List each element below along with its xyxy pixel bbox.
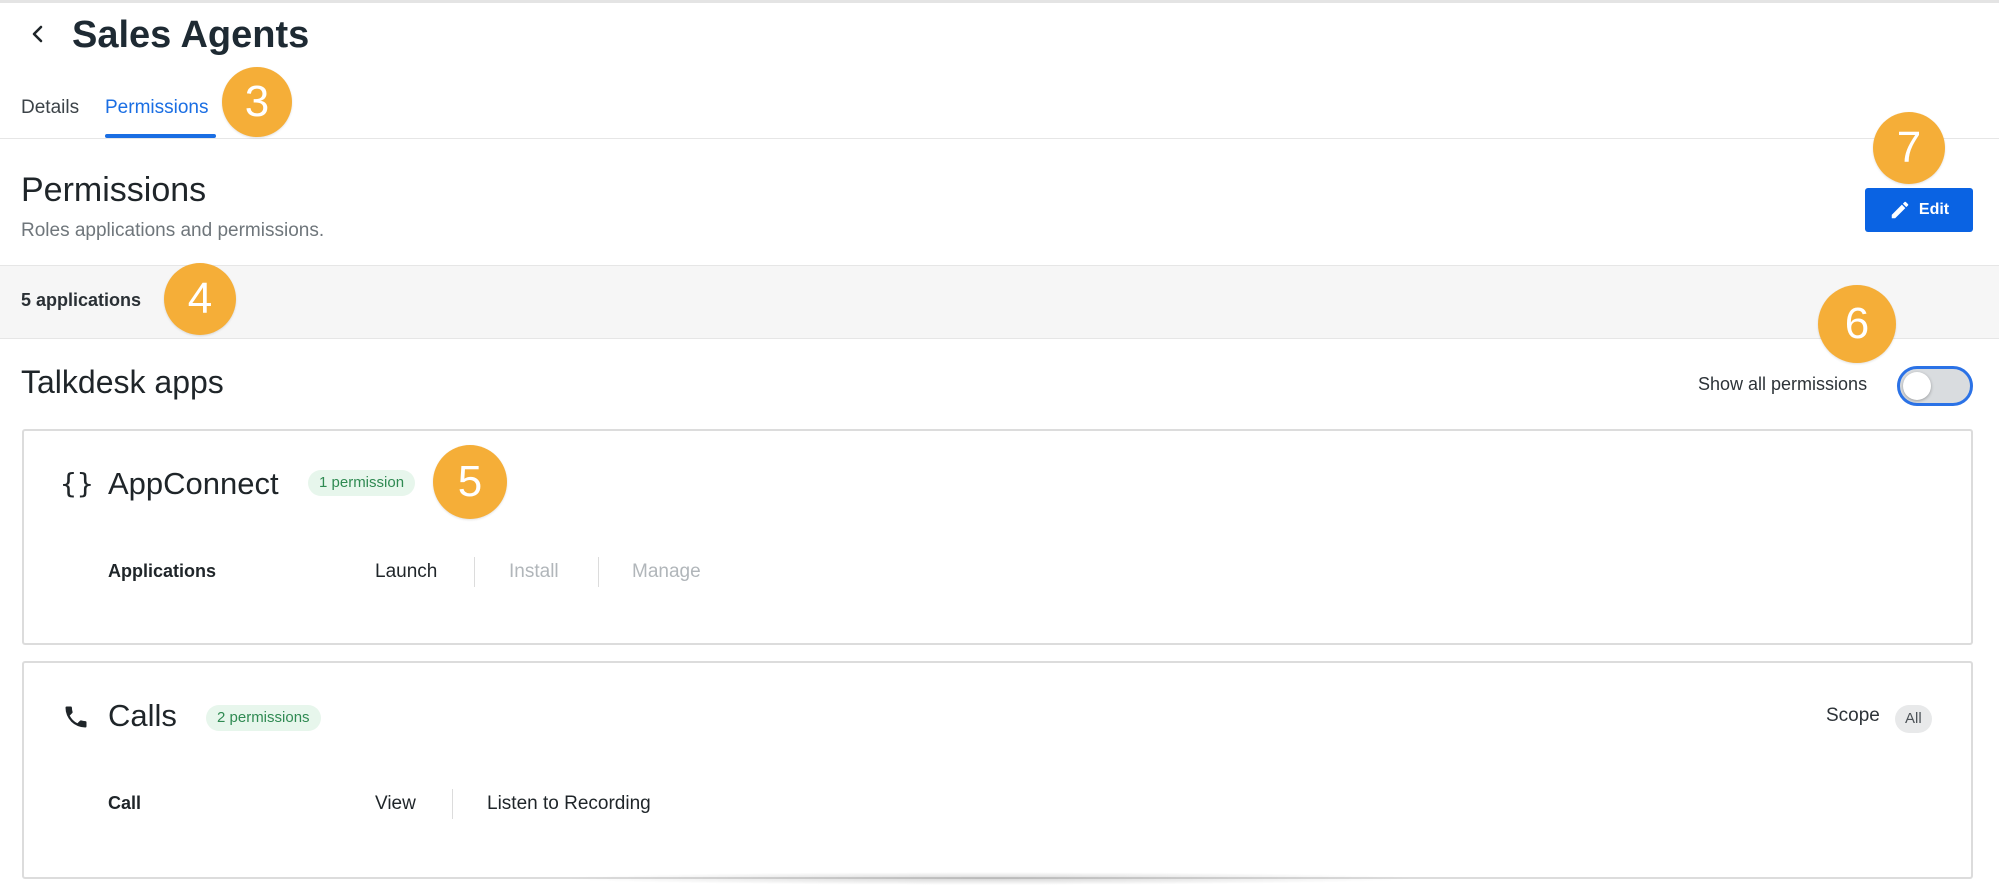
tab-details[interactable]: Details	[21, 96, 79, 120]
callout-badge-3: 3	[222, 67, 292, 137]
active-tab-indicator	[105, 134, 216, 138]
permission-row-label: Applications	[108, 561, 217, 581]
divider	[452, 789, 453, 819]
edit-button-label: Edit	[1918, 201, 1950, 218]
permission-launch: Launch	[375, 561, 438, 582]
permission-row-label: Call	[108, 793, 142, 813]
top-border	[0, 0, 1999, 3]
app-card-calls: Calls 2 permissions Scope All Call View …	[22, 661, 1973, 879]
braces-icon: {}	[60, 467, 94, 500]
permission-install: Install	[509, 561, 559, 582]
page-title: Sales Agents	[72, 14, 310, 56]
chevron-left-icon	[32, 25, 43, 43]
scope-label: Scope	[1826, 705, 1880, 726]
phone-icon	[65, 706, 87, 728]
divider	[474, 557, 475, 587]
callout-badge-5: 5	[433, 445, 507, 519]
permission-view: View	[375, 793, 416, 814]
pencil-icon	[1891, 201, 1909, 219]
section-subtitle: Roles applications and permissions.	[21, 220, 325, 241]
permission-listen-to-recording: Listen to Recording	[487, 793, 651, 814]
applications-count: 5 applications	[21, 290, 142, 310]
callout-badge-7: 7	[1873, 112, 1945, 184]
applications-count-bar: 5 applications	[0, 265, 1999, 339]
app-name: Calls	[108, 698, 177, 733]
app-card-appconnect: {} AppConnect 1 permission Applications …	[22, 429, 1973, 645]
back-button[interactable]	[26, 22, 50, 46]
permission-manage: Manage	[632, 561, 701, 582]
app-name: AppConnect	[108, 466, 279, 501]
show-all-permissions-label: Show all permissions	[1698, 374, 1868, 394]
permission-count-badge: 2 permissions	[206, 705, 321, 731]
callout-badge-4: 4	[164, 263, 236, 335]
tab-permissions[interactable]: Permissions	[105, 96, 208, 120]
toggle-knob	[1903, 372, 1931, 400]
callout-badge-6: 6	[1818, 285, 1896, 363]
section-title: Permissions	[21, 171, 207, 209]
scroll-shadow	[560, 872, 1420, 885]
scope-value-pill: All	[1895, 705, 1932, 733]
edit-button[interactable]: Edit	[1865, 188, 1973, 232]
divider	[598, 557, 599, 587]
group-title: Talkdesk apps	[21, 364, 224, 400]
tab-bar: Details Permissions	[0, 88, 1999, 139]
permission-count-badge: 1 permission	[308, 470, 416, 496]
show-all-permissions-toggle[interactable]	[1897, 366, 1973, 406]
